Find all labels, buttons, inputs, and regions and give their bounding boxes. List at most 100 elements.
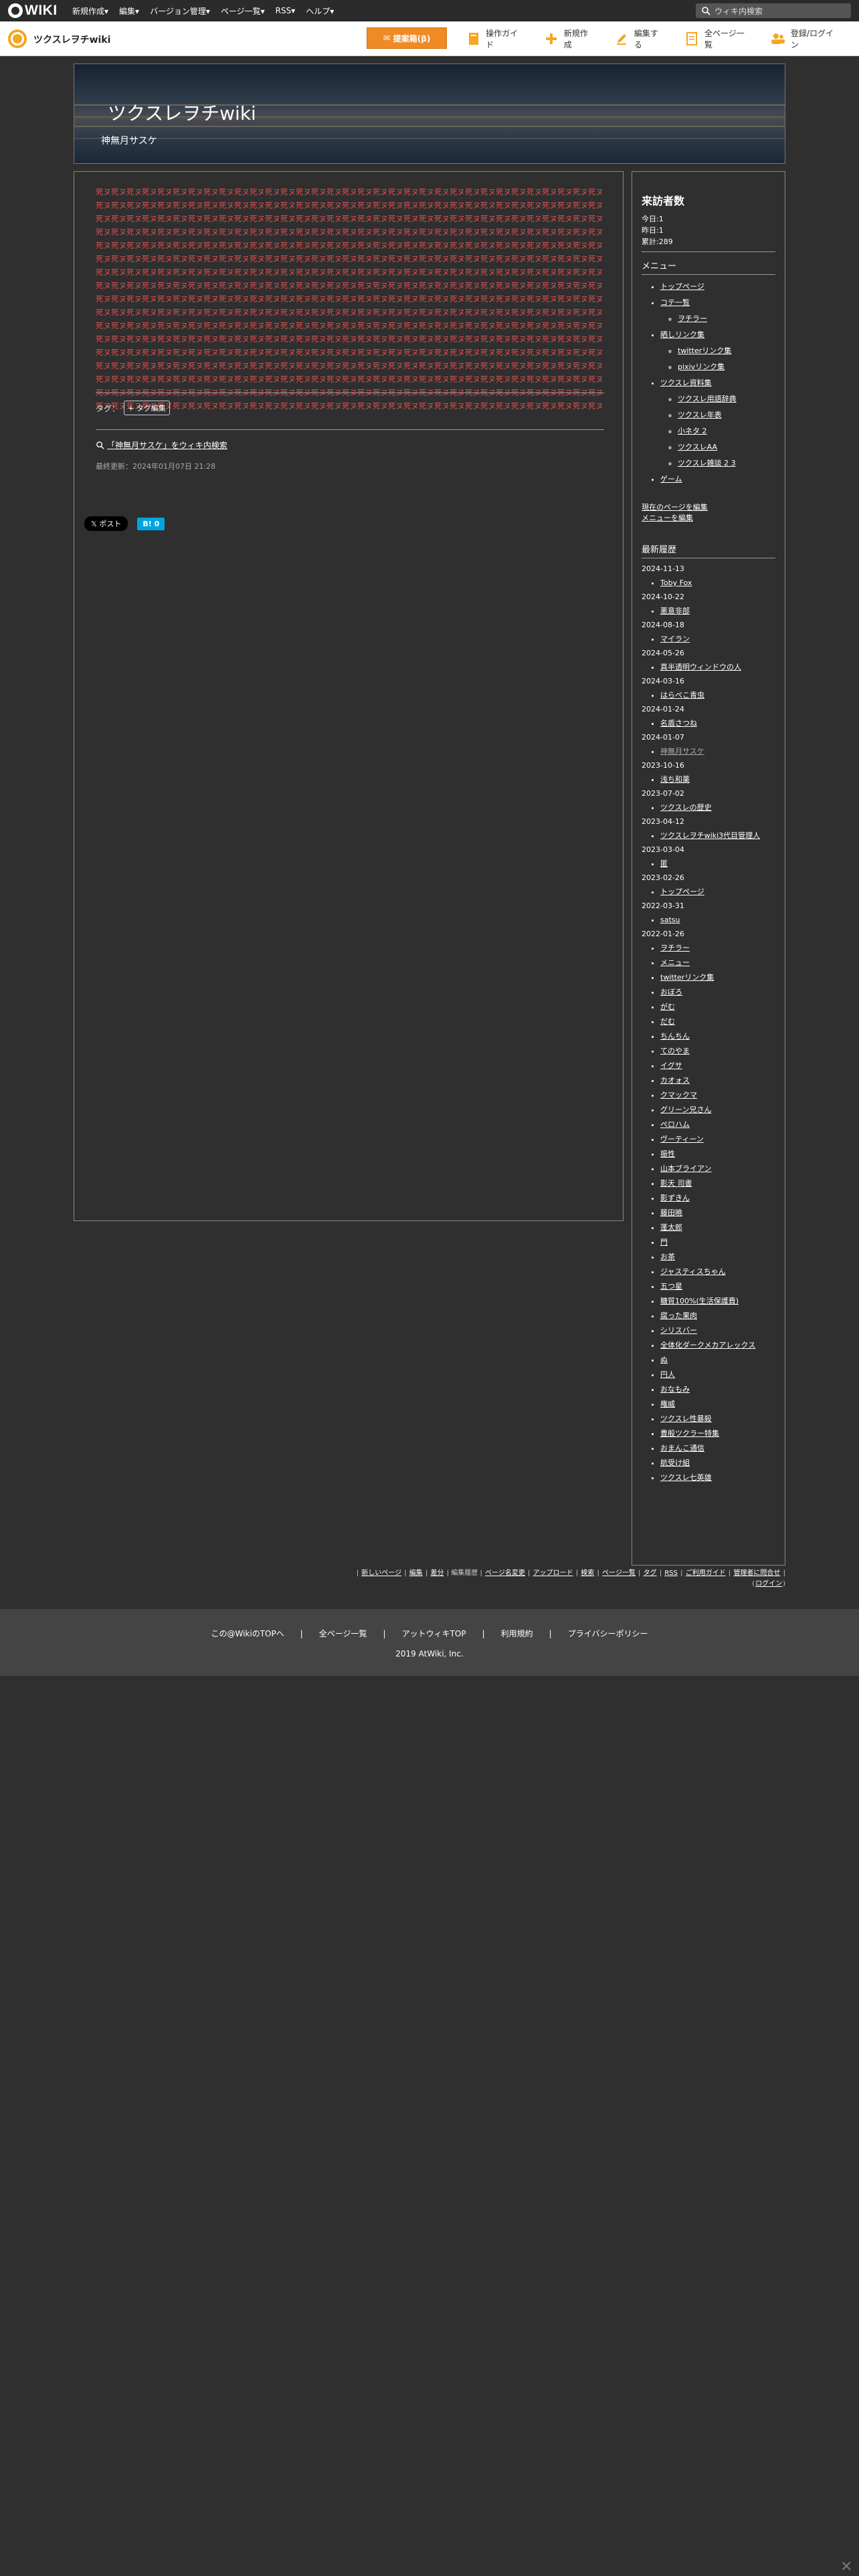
history-link[interactable]: satsu bbox=[660, 916, 680, 924]
history-link[interactable]: 全体化ダークメカアレックス bbox=[660, 1341, 755, 1350]
history-link[interactable]: Toby Fox bbox=[660, 578, 692, 587]
history-link[interactable]: 円人 bbox=[660, 1370, 675, 1379]
history-link[interactable]: おなもみ bbox=[660, 1385, 690, 1394]
history-link[interactable]: 振性 bbox=[660, 1150, 675, 1158]
footer-link[interactable]: 全ページ一覧 bbox=[319, 1629, 367, 1638]
history-link[interactable]: ヴーティーン bbox=[660, 1135, 704, 1144]
menu-link[interactable]: ツクスレ資料集 bbox=[660, 379, 712, 387]
x-post-button[interactable]: 𝕏 ポスト bbox=[84, 516, 128, 531]
footer-nav-link[interactable]: 新しいページ bbox=[361, 1570, 401, 1577]
wiki-title[interactable]: ツクスレヲチwiki bbox=[108, 99, 256, 126]
history-link[interactable]: ジャスティスちゃん bbox=[660, 1267, 726, 1276]
menu-rss[interactable]: RSS▾ bbox=[276, 6, 296, 15]
menu-version[interactable]: バージョン管理▾ bbox=[150, 5, 210, 17]
edit-page-button[interactable]: 編集する bbox=[615, 27, 665, 50]
history-link[interactable]: がむ bbox=[660, 1002, 675, 1011]
history-link[interactable]: おぼろ bbox=[660, 988, 682, 996]
guide-button[interactable]: 操作ガイド bbox=[466, 27, 524, 50]
footer-link[interactable]: この@WikiのTOPへ bbox=[211, 1629, 284, 1638]
atwiki-logo[interactable]: WIKI bbox=[8, 3, 58, 19]
history-link[interactable]: 真半透明ウィンドウの人 bbox=[660, 663, 741, 671]
history-link[interactable]: ツクスレ七英雄 bbox=[660, 1473, 712, 1482]
history-link[interactable]: メニュー bbox=[660, 958, 690, 967]
history-link[interactable]: シリスバー bbox=[660, 1326, 697, 1335]
site-logo-icon[interactable] bbox=[8, 29, 27, 48]
footer-nav-link[interactable]: RSS bbox=[664, 1570, 678, 1577]
history-link[interactable]: 藤田暁 bbox=[660, 1208, 682, 1217]
footer-nav-link[interactable]: 管理者に問合せ bbox=[733, 1570, 780, 1577]
footer-nav-link[interactable]: ご利用ガイド bbox=[686, 1570, 726, 1577]
history-link[interactable]: てのやま bbox=[660, 1047, 690, 1055]
history-link[interactable]: 蓬太郎 bbox=[660, 1223, 682, 1232]
menu-help[interactable]: ヘルプ▾ bbox=[306, 5, 334, 17]
history-link[interactable]: ツクスレヲチwiki3代目管理人 bbox=[660, 831, 760, 840]
history-link[interactable]: だむ bbox=[660, 1017, 675, 1026]
footer-nav-link[interactable]: 差分 bbox=[431, 1570, 444, 1577]
history-link[interactable]: 糖質100%(生活保護費) bbox=[660, 1297, 739, 1305]
footer-link[interactable]: 利用規約 bbox=[501, 1629, 533, 1638]
menu-pages[interactable]: ページ一覧▾ bbox=[221, 5, 265, 17]
wiki-search-link[interactable]: 「神無月サスケ」をウィキ内検索 bbox=[96, 439, 227, 451]
hatena-bookmark-button[interactable]: B! 0 bbox=[137, 517, 165, 530]
wiki-search-link-text[interactable]: 「神無月サスケ」をウィキ内検索 bbox=[107, 439, 227, 451]
menu-link[interactable]: ゲーム bbox=[660, 475, 682, 484]
edit-menu-link[interactable]: メニューを編集 bbox=[642, 514, 693, 522]
history-link[interactable]: 門 bbox=[660, 1238, 668, 1247]
new-page-button[interactable]: 新規作成 bbox=[545, 27, 595, 50]
history-link[interactable]: 神無月サスケ bbox=[660, 747, 704, 756]
menu-link[interactable]: pixivリンク集 bbox=[678, 362, 725, 371]
footer-nav-link[interactable]: 編集 bbox=[409, 1570, 423, 1577]
footer-link[interactable]: プライバシーポリシー bbox=[568, 1629, 648, 1638]
all-pages-button[interactable]: 全ページ一覧 bbox=[685, 27, 751, 50]
history-link[interactable]: 航受け組 bbox=[660, 1459, 690, 1467]
history-link[interactable]: ヲチラー bbox=[660, 944, 690, 952]
history-link[interactable]: 浅ち和薬 bbox=[660, 775, 690, 784]
footer-nav-link[interactable]: アップロード bbox=[533, 1570, 573, 1577]
history-link[interactable]: 悪意非部 bbox=[660, 607, 690, 615]
wiki-search-input[interactable]: ウィキ内検索 bbox=[696, 3, 851, 18]
history-link[interactable]: 五つ星 bbox=[660, 1282, 682, 1291]
history-link[interactable]: はらぺこ青虫 bbox=[660, 691, 704, 700]
suggestion-box-button[interactable]: ✉ 提案箱(β) bbox=[367, 27, 447, 49]
footer-nav-link[interactable]: ログイン bbox=[755, 1580, 782, 1588]
history-link[interactable]: ツクスレ性暴殺 bbox=[660, 1414, 712, 1423]
menu-link[interactable]: ツクスレ用語辞典 bbox=[678, 395, 737, 403]
history-link[interactable]: ツクスレの歴史 bbox=[660, 803, 712, 812]
close-icon[interactable]: ✕ bbox=[840, 2559, 852, 2575]
tag-edit-button[interactable]: + タグ編集 bbox=[124, 401, 170, 415]
history-link[interactable]: 腐った果肉 bbox=[660, 1311, 697, 1320]
history-link[interactable]: 影天 司書 bbox=[660, 1179, 692, 1188]
history-link[interactable]: トップページ bbox=[660, 887, 704, 896]
menu-link[interactable]: トップページ bbox=[660, 282, 704, 291]
history-link[interactable]: クマックマ bbox=[660, 1091, 697, 1099]
history-link[interactable]: グリーン兄さん bbox=[660, 1105, 711, 1114]
login-button[interactable]: 登録/ログイン bbox=[771, 27, 839, 50]
history-link[interactable]: 匿 bbox=[660, 859, 668, 868]
history-link[interactable]: 豊般ツクラー特集 bbox=[660, 1429, 719, 1438]
menu-new[interactable]: 新規作成▾ bbox=[72, 5, 108, 17]
history-link[interactable]: 影ずきん bbox=[660, 1194, 690, 1202]
footer-nav-link[interactable]: タグ bbox=[644, 1570, 657, 1577]
footer-nav-link[interactable]: ページ一覧 bbox=[602, 1570, 636, 1577]
history-link[interactable]: ペロハム bbox=[660, 1120, 690, 1129]
history-link[interactable]: イグサ bbox=[660, 1061, 682, 1070]
history-link[interactable]: おまんこ通信 bbox=[660, 1444, 704, 1453]
history-link[interactable]: お茶 bbox=[660, 1253, 675, 1261]
history-link[interactable]: マイラン bbox=[660, 635, 690, 643]
history-link[interactable]: 権威 bbox=[660, 1400, 675, 1408]
history-link[interactable]: ぬ bbox=[660, 1356, 668, 1364]
history-link[interactable]: twitterリンク集 bbox=[660, 973, 714, 982]
site-name[interactable]: ツクスレヲチwiki bbox=[33, 33, 110, 46]
footer-nav-link[interactable]: 検索 bbox=[581, 1570, 594, 1577]
footer-nav-link[interactable]: ページ名変更 bbox=[485, 1570, 525, 1577]
history-link[interactable]: カオォス bbox=[660, 1076, 690, 1085]
menu-link[interactable]: 小ネタ 2 bbox=[678, 427, 707, 435]
history-link[interactable]: ちんちん bbox=[660, 1032, 690, 1041]
history-link[interactable]: 名盾さつね bbox=[660, 719, 697, 728]
history-link[interactable]: 山本ブライアン bbox=[660, 1164, 712, 1173]
menu-link[interactable]: ヲチラー bbox=[678, 314, 707, 323]
menu-link[interactable]: 晒しリンク集 bbox=[660, 330, 704, 339]
menu-link[interactable]: ツクスレ雑談 2 3 bbox=[678, 459, 736, 467]
menu-link[interactable]: コテ一覧 bbox=[660, 298, 690, 307]
footer-link[interactable]: アットウィキTOP bbox=[402, 1629, 466, 1638]
